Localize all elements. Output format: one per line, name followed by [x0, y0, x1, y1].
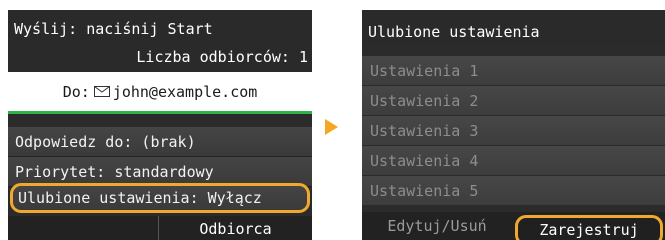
- favorite-bottom-bar: Edytuj/Usuń Zarejestruj: [362, 212, 665, 240]
- favorite-settings-title: Ulubione ustawienia: [362, 10, 665, 45]
- send-screen: Wyślij: naciśnij Start Liczba odbiorców:…: [8, 10, 312, 240]
- to-address: john@example.com: [112, 82, 258, 101]
- recipient-count: Liczba odbiorców: 1: [136, 48, 308, 66]
- edit-delete-button[interactable]: Edytuj/Usuń: [362, 212, 512, 240]
- favorite-setting-2[interactable]: Ustawienia 2: [362, 86, 665, 116]
- favorite-settings-item[interactable]: Ulubione ustawienia: Wyłącz: [10, 183, 310, 213]
- send-header: Wyślij: naciśnij Start Liczba odbiorców:…: [8, 10, 312, 72]
- favorite-settings-label: Ulubione ustawienia: Wyłącz: [18, 189, 262, 207]
- favorite-setting-3[interactable]: Ustawienia 3: [362, 116, 665, 146]
- priority-label: Priorytet: standardowy: [15, 163, 214, 181]
- recipient-button[interactable]: Odbiorca: [158, 216, 312, 240]
- reply-to-label: Odpowiedz do: (brak): [15, 133, 196, 151]
- reply-to-item[interactable]: Odpowiedz do: (brak): [8, 127, 312, 157]
- send-instruction: Wyślij: naciśnij Start: [14, 20, 213, 38]
- favorite-settings-screen: Ulubione ustawienia Ustawienia 1 Ustawie…: [362, 10, 665, 240]
- favorite-setting-1[interactable]: Ustawienia 1: [362, 56, 665, 86]
- mail-icon: [93, 86, 110, 97]
- to-recipient-field[interactable]: Do: john@example.com: [8, 72, 312, 114]
- arrow-right-icon: [325, 119, 338, 135]
- favorite-setting-5[interactable]: Ustawienia 5: [362, 176, 665, 206]
- to-label: Do:: [62, 82, 90, 101]
- send-bottom-bar: Odbiorca: [8, 216, 312, 240]
- register-button[interactable]: Zarejestruj: [515, 215, 663, 240]
- favorite-setting-4[interactable]: Ustawienia 4: [362, 146, 665, 176]
